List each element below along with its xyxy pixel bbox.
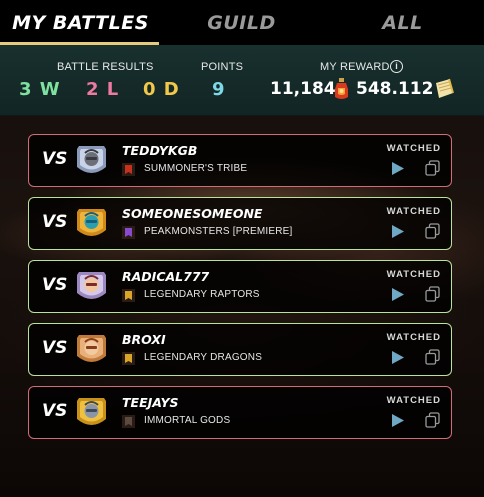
- guild-name: IMMORTAL GODS: [144, 415, 231, 426]
- reward-scroll-icon: [436, 78, 454, 98]
- helmet-avatar-icon: [77, 209, 106, 236]
- play-icon[interactable]: [391, 161, 405, 176]
- battle-card[interactable]: VS TEDDYKGB SUMMONER'S TRIBE WATCHED: [28, 134, 452, 187]
- watched-status: WATCHED: [386, 206, 441, 217]
- battle-summary: BATTLE RESULTS 3 W 2 L 0 D POINTS 9 MY R…: [0, 45, 484, 116]
- robot-avatar-icon: [77, 146, 106, 173]
- tab-all-label: ALL: [382, 11, 423, 34]
- knight-avatar-icon: [77, 398, 106, 425]
- gold-banner-icon: [122, 289, 135, 302]
- tab-bar: MY BATTLES GUILD ALL: [0, 0, 484, 45]
- opponent-name[interactable]: SOMEONESOMEONE: [122, 206, 262, 221]
- vs-label: VS: [42, 401, 68, 421]
- reward-potion-icon: [335, 78, 348, 99]
- tab-my-battles[interactable]: MY BATTLES: [0, 0, 161, 45]
- guild-name: LEGENDARY DRAGONS: [144, 352, 263, 363]
- wins-count: 3 W: [19, 79, 61, 100]
- opponent-name[interactable]: RADICAL777: [122, 269, 209, 284]
- guild-name: LEGENDARY RAPTORS: [144, 289, 260, 300]
- dwarf-avatar-icon: [77, 335, 106, 362]
- tab-all[interactable]: ALL: [322, 0, 483, 45]
- my-reward-label: MY REWARD: [320, 61, 390, 73]
- opponent-name[interactable]: BROXI: [122, 332, 166, 347]
- points-value: 9: [212, 79, 226, 100]
- vs-label: VS: [42, 275, 68, 295]
- play-icon[interactable]: [391, 224, 405, 239]
- reward-secondary-amount: 548.112: [356, 79, 434, 99]
- copy-icon[interactable]: [425, 223, 440, 239]
- watched-status: WATCHED: [386, 143, 441, 154]
- copy-icon[interactable]: [425, 412, 440, 428]
- battle-results-label: BATTLE RESULTS: [57, 61, 154, 73]
- battle-card[interactable]: VS RADICAL777 LEGENDARY RAPTORS WATCHED: [28, 260, 452, 313]
- purple-banner-icon: [122, 226, 135, 239]
- reward-amount: 11,184: [270, 79, 336, 99]
- copy-icon[interactable]: [425, 286, 440, 302]
- draws-count: 0 D: [143, 79, 180, 100]
- losses-count: 2 L: [86, 79, 120, 100]
- vs-label: VS: [42, 149, 68, 169]
- vs-label: VS: [42, 338, 68, 358]
- battle-card[interactable]: VS TEEJAYS IMMORTAL GODS WATCHED: [28, 386, 452, 439]
- watched-status: WATCHED: [386, 332, 441, 343]
- guild-name: PEAKMONSTERS [PREMIERE]: [144, 226, 293, 237]
- play-icon[interactable]: [391, 350, 405, 365]
- gold-banner-icon: [122, 352, 135, 365]
- tab-my-battles-label: MY BATTLES: [12, 11, 149, 34]
- points-label: POINTS: [201, 61, 244, 73]
- battle-card[interactable]: VS SOMEONESOMEONE PEAKMONSTERS [PREMIERE] W…: [28, 197, 452, 250]
- battle-card[interactable]: VS BROXI LEGENDARY DRAGONS WATCHED: [28, 323, 452, 376]
- play-icon[interactable]: [391, 413, 405, 428]
- guild-name: SUMMONER'S TRIBE: [144, 163, 248, 174]
- opponent-name[interactable]: TEDDYKGB: [122, 143, 197, 158]
- copy-icon[interactable]: [425, 160, 440, 176]
- info-icon[interactable]: i: [390, 60, 403, 73]
- vs-label: VS: [42, 212, 68, 232]
- tab-guild[interactable]: GUILD: [161, 0, 322, 45]
- watched-status: WATCHED: [386, 269, 441, 280]
- pirate-avatar-icon: [77, 272, 106, 299]
- opponent-name[interactable]: TEEJAYS: [122, 395, 179, 410]
- copy-icon[interactable]: [425, 349, 440, 365]
- tab-guild-label: GUILD: [207, 11, 276, 34]
- red-banner-icon: [122, 163, 135, 176]
- watched-status: WATCHED: [386, 395, 441, 406]
- play-icon[interactable]: [391, 287, 405, 302]
- dark-banner-icon: [122, 415, 135, 428]
